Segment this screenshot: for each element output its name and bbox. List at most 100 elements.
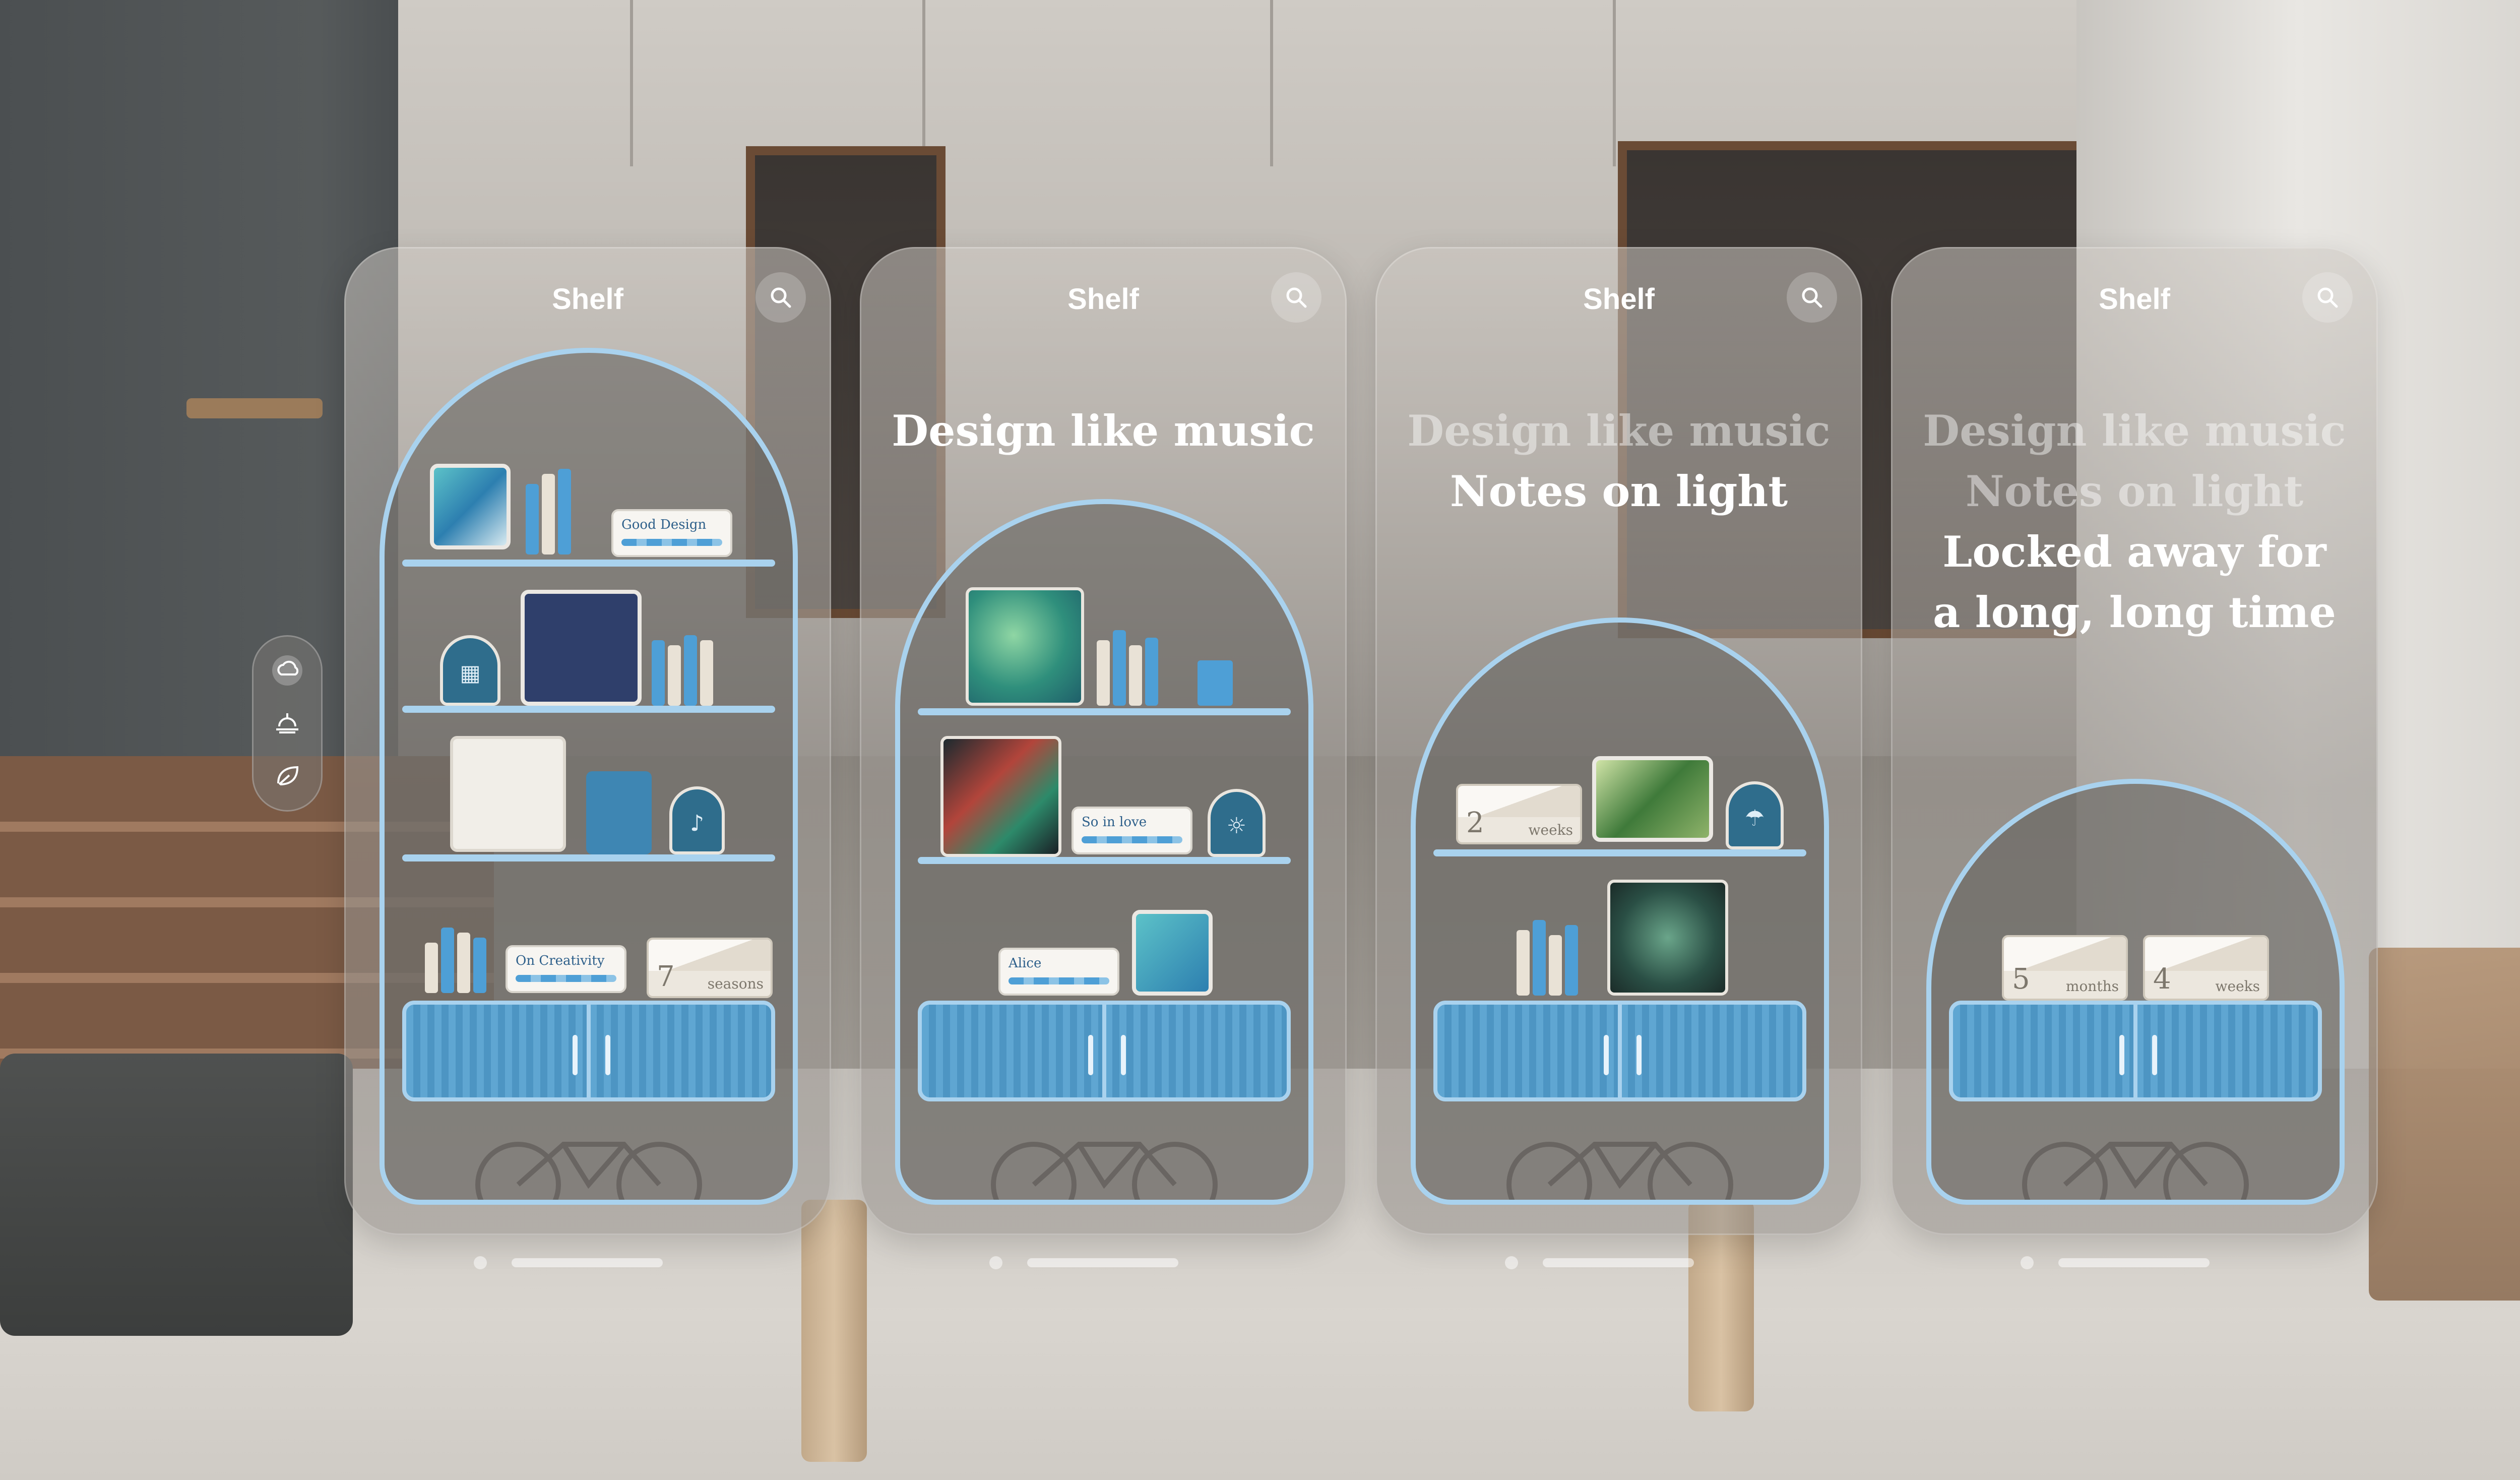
card-on-creativity[interactable]: On Creativity: [506, 945, 626, 993]
cabinet-handle[interactable]: [2152, 1035, 2157, 1075]
title-line[interactable]: Notes on light: [1375, 461, 1862, 522]
card-scribble: [621, 539, 722, 546]
search-button[interactable]: [1787, 272, 1837, 323]
envelope-number: 5: [2012, 963, 2030, 996]
title-line[interactable]: a long, long time: [1891, 582, 2378, 643]
close-dot[interactable]: [2021, 1256, 2034, 1269]
sofa: [0, 1054, 353, 1336]
title-line[interactable]: Design like music: [1375, 401, 1862, 461]
artwork-green[interactable]: [966, 587, 1084, 706]
close-dot[interactable]: [474, 1256, 487, 1269]
retro-computer[interactable]: [430, 464, 511, 549]
window-bar[interactable]: [2058, 1258, 2210, 1267]
cabinet-handle[interactable]: [1604, 1035, 1609, 1075]
envelope-months[interactable]: 5 months: [2002, 935, 2128, 1001]
card-alice[interactable]: Alice: [998, 948, 1119, 996]
book: [684, 635, 697, 706]
card-title: Good Design: [621, 517, 707, 532]
chair: [2369, 948, 2520, 1301]
card-good-design[interactable]: Good Design: [611, 509, 732, 557]
book: [1113, 630, 1126, 706]
close-dot[interactable]: [1505, 1256, 1518, 1269]
shelf-plank: [402, 560, 775, 567]
sun-icon[interactable]: ☼: [1208, 789, 1266, 857]
book: [558, 469, 571, 554]
retro-computer[interactable]: [1132, 910, 1213, 996]
cloud-rain-icon[interactable]: ☂: [1726, 781, 1784, 849]
sunrise-icon[interactable]: [272, 708, 302, 738]
shelf-window-2[interactable]: Shelf Design like music So in love ☼ Ali…: [860, 247, 1347, 1235]
music-note-icon[interactable]: ♪: [669, 786, 725, 854]
book: [425, 943, 438, 993]
shelf-window-3[interactable]: Shelf Design like music Notes on light 2…: [1375, 247, 1862, 1235]
title-line[interactable]: Design like music: [1891, 401, 2378, 461]
cabinet-handle[interactable]: [573, 1035, 578, 1075]
window-bar[interactable]: [1543, 1258, 1694, 1267]
card-so-in-love[interactable]: So in love: [1072, 807, 1192, 854]
cabinet-handle[interactable]: [2119, 1035, 2124, 1075]
window-bar[interactable]: [512, 1258, 663, 1267]
envelope-number: 7: [657, 960, 675, 993]
card-scribble: [516, 975, 616, 982]
book: [542, 474, 555, 554]
envelope-unit: seasons: [707, 975, 764, 992]
window-bar[interactable]: [1027, 1258, 1178, 1267]
title-list: Design like music Notes on light: [1375, 401, 1862, 522]
envelope-weeks[interactable]: 4 weeks: [2143, 935, 2269, 1001]
bicycle-icon: [2022, 1142, 2249, 1200]
book: [1549, 935, 1562, 996]
shelf-plank: [1433, 849, 1806, 856]
leaf-icon[interactable]: [272, 761, 302, 791]
title-line[interactable]: Design like music: [860, 401, 1347, 461]
book: [1565, 925, 1578, 996]
monitor-forest[interactable]: [1592, 756, 1713, 842]
shelf-cabinet[interactable]: [1949, 1001, 2322, 1101]
shelf-plank: [918, 708, 1291, 715]
envelope-seasons[interactable]: 7 seasons: [647, 938, 773, 998]
artwork-abstract[interactable]: [940, 736, 1061, 857]
search-button[interactable]: [2302, 272, 2353, 323]
shelf-arch: 5 months 4 weeks: [1926, 779, 2345, 1205]
imac-apple-logo[interactable]: [521, 590, 642, 706]
card-title: Alice: [1009, 956, 1042, 971]
building-icon[interactable]: ▦: [440, 635, 500, 706]
shelf-window-1[interactable]: Shelf Good Design ▦ ♪ On Creativity 7 se…: [344, 247, 831, 1235]
flower-vase[interactable]: [1198, 660, 1233, 706]
cabinet-divider: [587, 1005, 591, 1097]
title-line[interactable]: Locked away for: [1891, 522, 2378, 582]
cabinet-handle[interactable]: [1088, 1035, 1093, 1075]
bicycle-icon: [1506, 1142, 1733, 1200]
cloud-sun-icon[interactable]: [272, 655, 302, 686]
envelope-weeks[interactable]: 2 weeks: [1456, 784, 1582, 844]
book: [1145, 638, 1158, 706]
artwork-plant-film[interactable]: [1607, 880, 1728, 996]
card-title: On Creativity: [516, 953, 605, 968]
shelf-cabinet[interactable]: [918, 1001, 1291, 1101]
envelope-unit: weeks: [1528, 822, 1573, 838]
search-button[interactable]: [1271, 272, 1321, 323]
shelf-window-4[interactable]: Shelf Design like music Notes on light L…: [1891, 247, 2378, 1235]
shelf-cabinet[interactable]: [402, 1001, 775, 1101]
book: [652, 640, 665, 706]
title-line[interactable]: Notes on light: [1891, 461, 2378, 522]
cabinet-handle[interactable]: [1636, 1035, 1642, 1075]
vintage-radio[interactable]: [450, 736, 566, 852]
book: [457, 933, 470, 993]
shelf-cabinet[interactable]: [1433, 1001, 1806, 1101]
cabinet-handle[interactable]: [1121, 1035, 1126, 1075]
card-title: So in love: [1082, 815, 1147, 830]
book: [1129, 645, 1142, 706]
cabinet-seam: [630, 0, 633, 166]
cabinet-seam: [1270, 0, 1273, 166]
shelf-arch: Good Design ▦ ♪ On Creativity 7 seasons: [380, 348, 798, 1205]
bicycle-icon: [475, 1142, 702, 1200]
book: [1097, 640, 1110, 706]
audio-wave-icon[interactable]: [586, 771, 652, 854]
card-scribble: [1009, 977, 1109, 984]
search-button[interactable]: [755, 272, 806, 323]
card-scribble: [1082, 836, 1182, 843]
search-icon: [771, 287, 791, 308]
cabinet-handle[interactable]: [605, 1035, 610, 1075]
book: [473, 938, 486, 993]
close-dot[interactable]: [989, 1256, 1002, 1269]
